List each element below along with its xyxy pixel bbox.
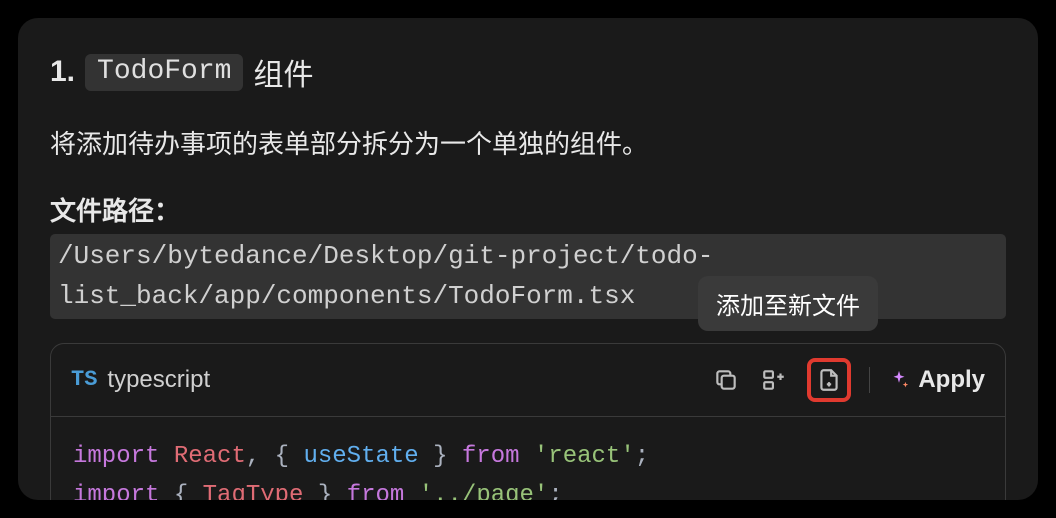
heading-suffix: 组件 (253, 50, 313, 94)
section-description: 将添加待办事项的表单部分拆分为一个单独的组件。 (50, 124, 1006, 161)
sparkle-icon (888, 369, 910, 391)
content-panel: 1. TodoForm 组件 将添加待办事项的表单部分拆分为一个单独的组件。 文… (18, 18, 1038, 500)
new-file-tooltip: 添加至新文件 (698, 276, 878, 331)
file-path-label: 文件路径： (50, 191, 180, 228)
insert-button[interactable] (759, 365, 789, 395)
ts-badge: TS (71, 367, 97, 392)
new-file-button[interactable] (814, 365, 844, 395)
new-file-highlight (807, 358, 851, 402)
new-file-icon (816, 367, 842, 393)
code-line: import React, { useState } from 'react'; (73, 437, 983, 477)
apply-label: Apply (918, 366, 985, 394)
heading-code-badge: TodoForm (85, 54, 243, 91)
copy-button[interactable] (711, 365, 741, 395)
code-line: import { TagType } from '../page'; (73, 476, 983, 500)
code-container: 添加至新文件 TS typescript (50, 343, 1006, 500)
insert-icon (761, 367, 787, 393)
action-divider (869, 367, 870, 393)
copy-icon (713, 367, 739, 393)
code-actions: Apply (711, 358, 985, 402)
section-heading: 1. TodoForm 组件 (50, 50, 1006, 94)
code-body[interactable]: import React, { useState } from 'react';… (51, 417, 1005, 500)
code-block: TS typescript (50, 343, 1006, 500)
apply-button[interactable]: Apply (888, 366, 985, 394)
code-header: TS typescript (51, 344, 1005, 417)
heading-number: 1. (50, 55, 75, 89)
language-label: typescript (107, 366, 210, 394)
